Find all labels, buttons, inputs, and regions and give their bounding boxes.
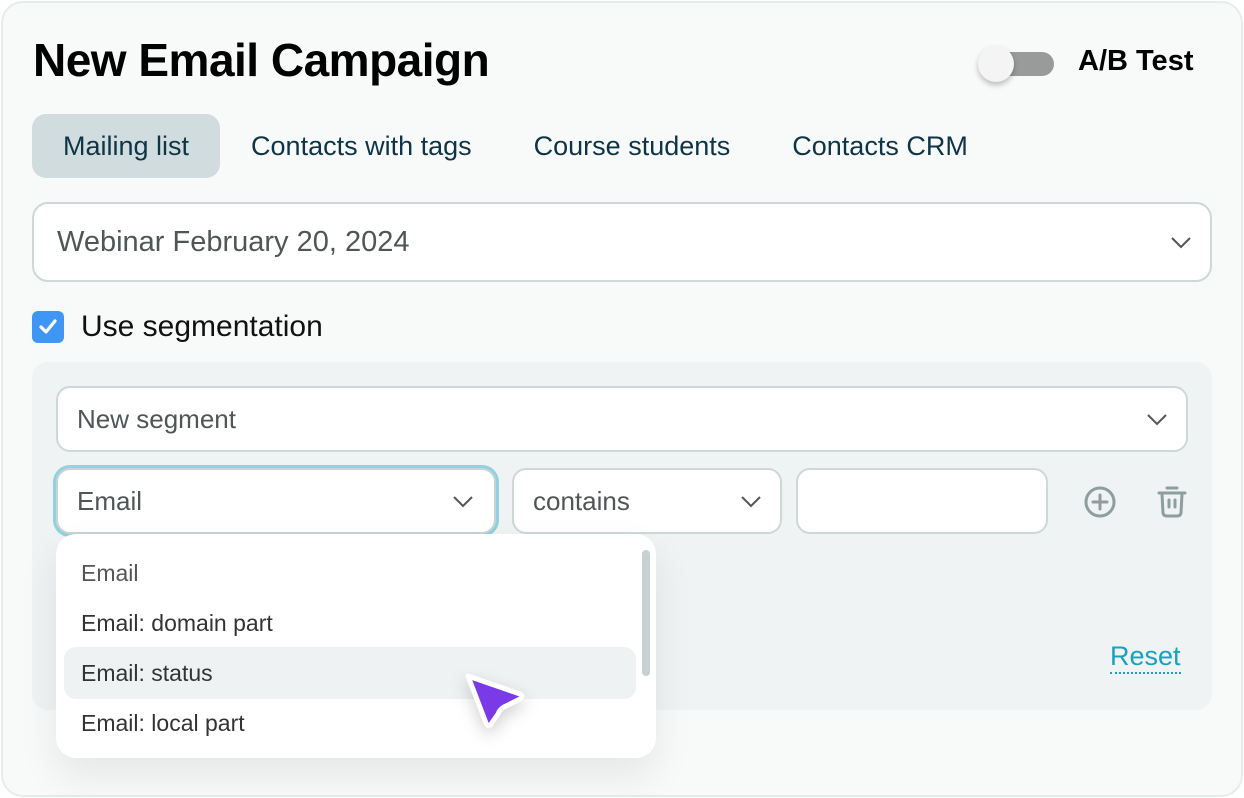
tab-course-students[interactable]: Course students — [503, 114, 762, 178]
reset-link[interactable]: Reset — [1110, 640, 1181, 674]
dropdown-scrollbar[interactable] — [642, 550, 650, 676]
add-condition-button[interactable] — [1082, 484, 1118, 520]
chevron-down-icon — [741, 496, 761, 508]
dropdown-option-email-domain-part[interactable]: Email: domain part — [64, 597, 636, 649]
use-segmentation-checkbox[interactable] — [32, 311, 64, 343]
condition-field-value: Email — [77, 485, 143, 516]
field-dropdown-menu: Email Email: domain part Email: status E… — [56, 534, 656, 758]
audience-tabs: Mailing list Contacts with tags Course s… — [32, 114, 999, 178]
chevron-down-icon — [453, 496, 473, 508]
delete-condition-button[interactable] — [1154, 484, 1190, 520]
chevron-down-icon — [1147, 414, 1167, 426]
toggle-switch[interactable] — [978, 44, 1054, 84]
plus-circle-icon — [1084, 486, 1116, 518]
ab-test-label: A/B Test — [1078, 45, 1194, 77]
page-title: New Email Campaign — [33, 34, 490, 86]
dropdown-option-email-status[interactable]: Email: status — [64, 647, 636, 699]
toggle-knob[interactable] — [978, 46, 1014, 82]
ab-test-toggle[interactable] — [978, 44, 1054, 84]
mailing-list-value: Webinar February 20, 2024 — [57, 225, 410, 258]
mailing-list-select[interactable]: Webinar February 20, 2024 — [32, 202, 1212, 282]
dropdown-option-email[interactable]: Email — [64, 547, 636, 599]
chevron-down-icon — [1171, 237, 1191, 249]
checkmark-icon — [39, 319, 57, 334]
condition-field-select[interactable]: Email — [56, 468, 496, 534]
tab-contacts-with-tags[interactable]: Contacts with tags — [220, 114, 503, 178]
segment-value: New segment — [77, 403, 236, 434]
tab-mailing-list[interactable]: Mailing list — [32, 114, 221, 178]
trash-icon — [1157, 486, 1187, 518]
segment-select[interactable]: New segment — [56, 386, 1188, 452]
dropdown-option-email-local-part[interactable]: Email: local part — [64, 697, 636, 749]
tab-contacts-crm[interactable]: Contacts CRM — [761, 114, 999, 178]
condition-value-input[interactable] — [796, 468, 1048, 534]
use-segmentation-row[interactable]: Use segmentation — [32, 310, 323, 344]
use-segmentation-label: Use segmentation — [81, 310, 323, 343]
condition-operator-value: contains — [533, 485, 630, 516]
condition-operator-select[interactable]: contains — [512, 468, 782, 534]
